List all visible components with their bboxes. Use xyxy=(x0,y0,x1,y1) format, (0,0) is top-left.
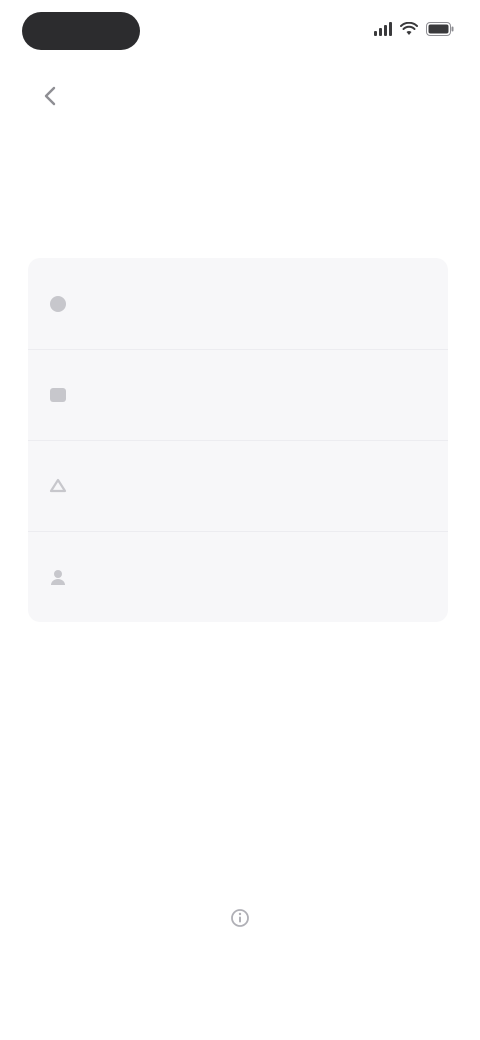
option-item[interactable] xyxy=(28,258,448,349)
wifi-icon xyxy=(400,22,418,36)
option-icon xyxy=(46,292,70,316)
chevron-left-icon xyxy=(44,86,56,111)
option-item[interactable] xyxy=(28,349,448,440)
option-icon xyxy=(46,565,70,589)
option-item[interactable] xyxy=(28,440,448,531)
option-item[interactable] xyxy=(28,531,448,622)
info-icon xyxy=(228,906,252,930)
status-time-pill xyxy=(22,12,140,50)
screen xyxy=(0,0,480,1040)
status-indicators xyxy=(374,22,454,36)
navigation-bar xyxy=(0,76,480,120)
battery-icon xyxy=(426,22,454,36)
option-list xyxy=(28,258,448,622)
cellular-signal-icon xyxy=(374,22,392,36)
option-icon xyxy=(46,474,70,498)
status-bar xyxy=(0,0,480,64)
option-icon xyxy=(46,383,70,407)
back-button[interactable] xyxy=(34,82,66,114)
